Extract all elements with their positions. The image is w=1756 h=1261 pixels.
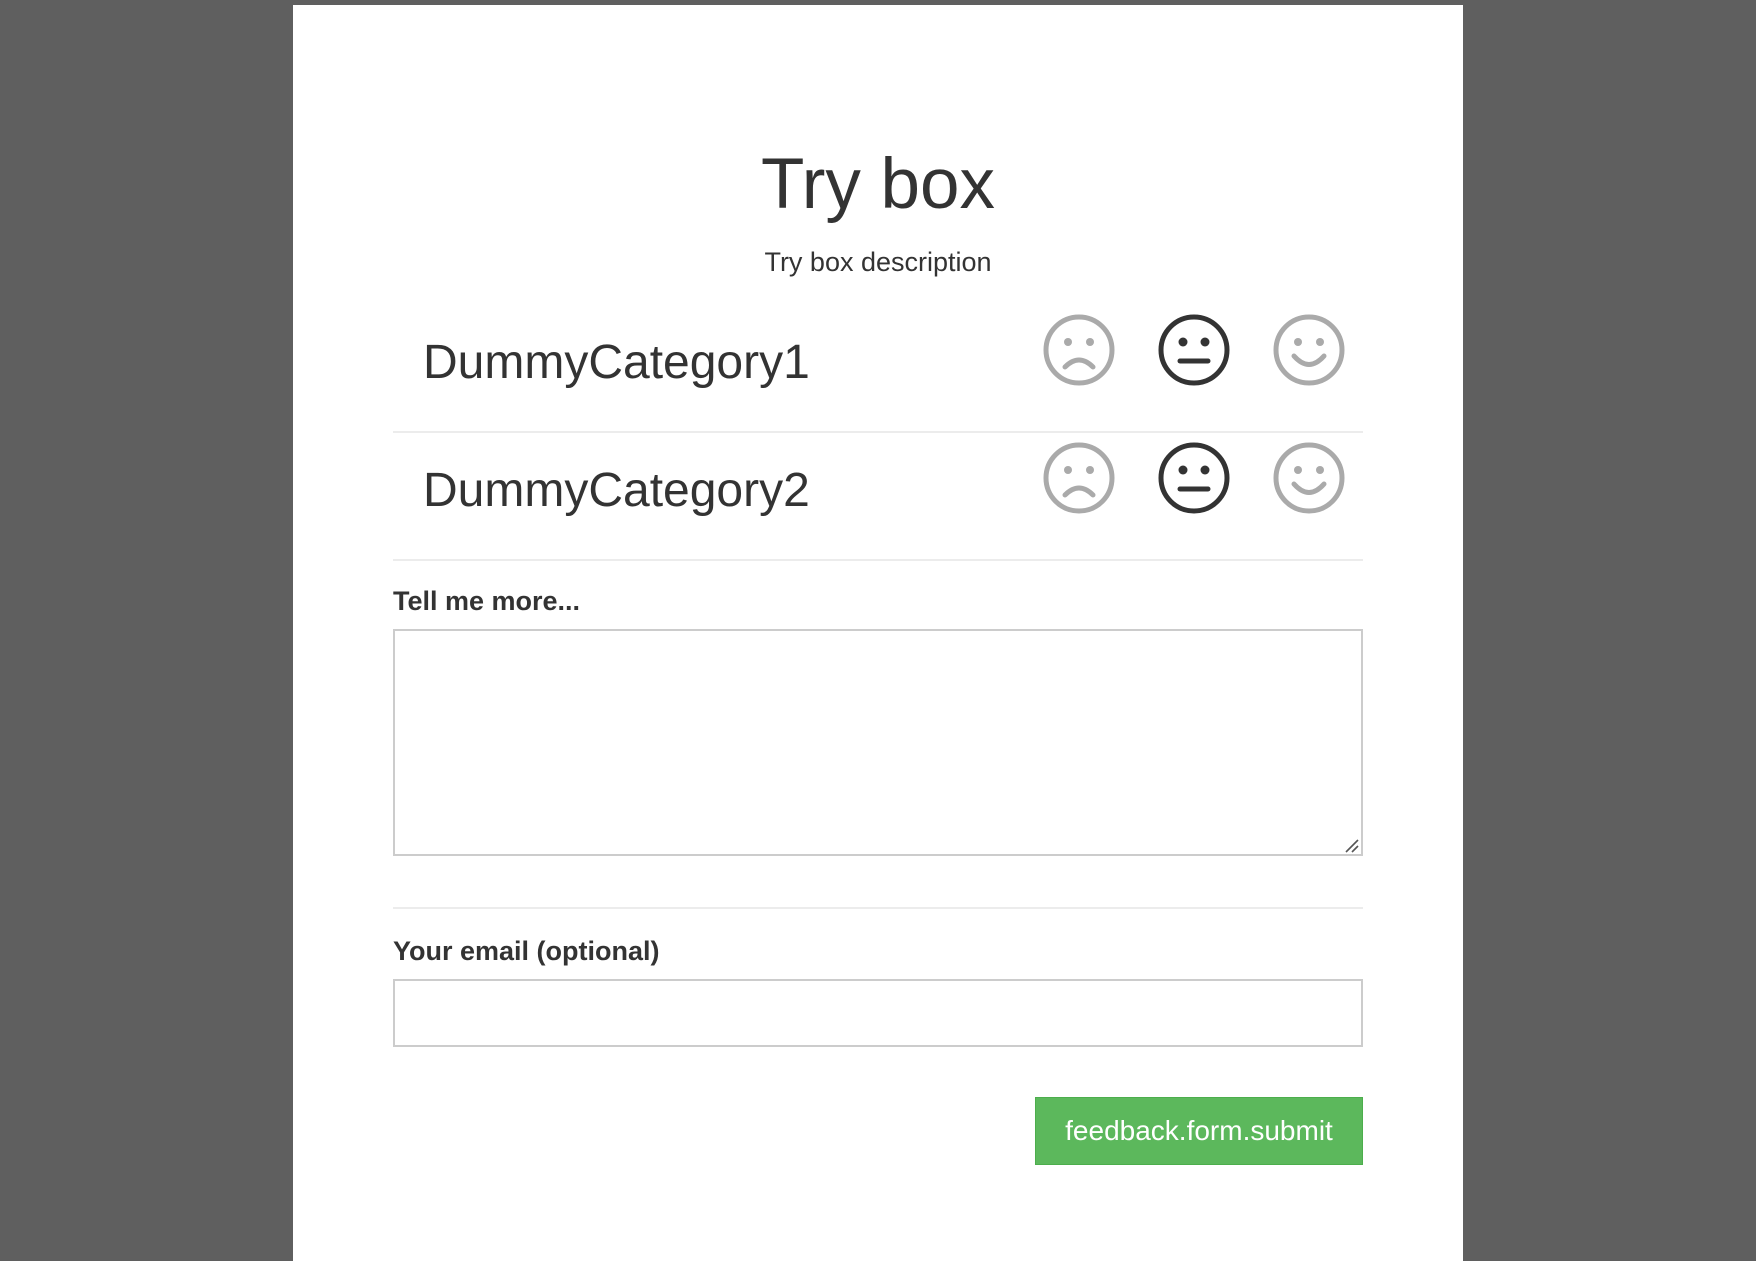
form-title: Try box: [760, 145, 996, 224]
happy-face-icon[interactable]: [1272, 313, 1346, 387]
category-row: DummyCategory2: [393, 433, 1363, 561]
comment-label: Tell me more...: [393, 586, 581, 616]
neutral-face-icon[interactable]: [1157, 441, 1231, 515]
email-label: Your email (optional): [393, 936, 660, 966]
sad-face-icon[interactable]: [1042, 313, 1116, 387]
category-label: DummyCategory2: [423, 464, 810, 517]
category-row: DummyCategory1: [393, 305, 1363, 433]
happy-face-icon[interactable]: [1272, 441, 1346, 515]
resize-grip-icon[interactable]: [1343, 837, 1359, 853]
divider: [393, 907, 1363, 909]
sad-face-icon[interactable]: [1042, 441, 1116, 515]
category-label: DummyCategory1: [423, 336, 810, 389]
form-description: Try box description: [764, 247, 992, 277]
email-input[interactable]: [393, 979, 1363, 1047]
neutral-face-icon[interactable]: [1157, 313, 1231, 387]
feedback-panel: Try box Try box description DummyCategor…: [293, 5, 1463, 1261]
comment-textarea[interactable]: [393, 629, 1363, 856]
submit-button[interactable]: feedback.form.submit: [1035, 1097, 1363, 1165]
